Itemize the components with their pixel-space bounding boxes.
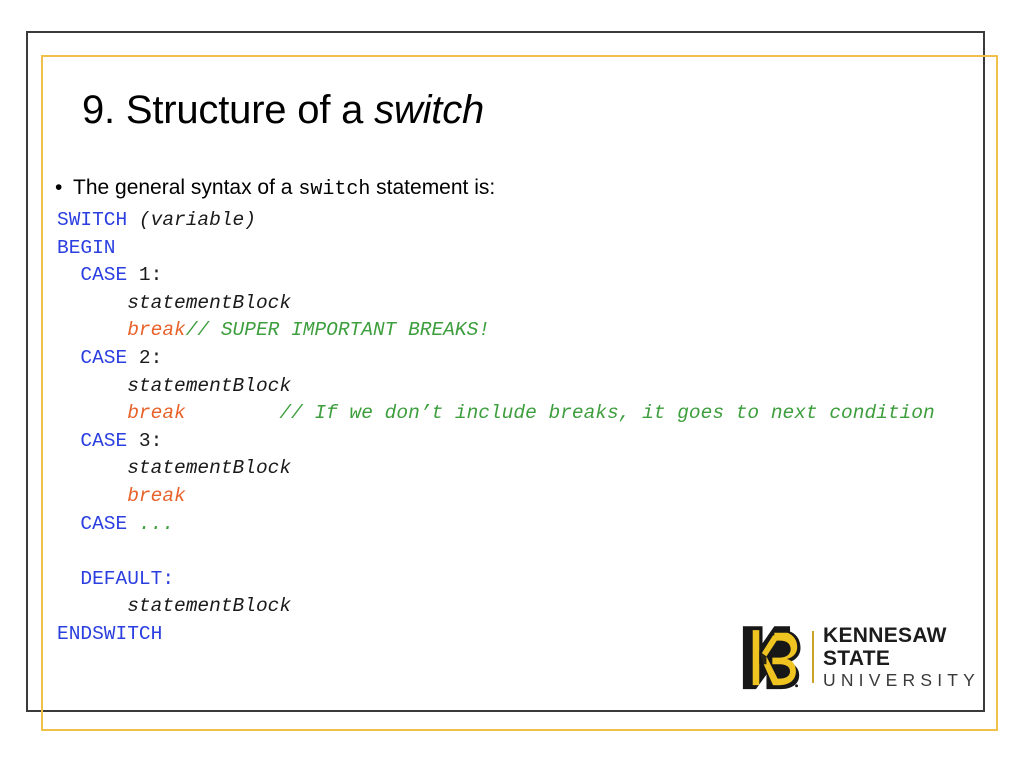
- code-token-cmt: // SUPER IMPORTANT BREAKS!: [185, 319, 490, 342]
- page-title-prefix: 9. Structure of a: [82, 88, 375, 132]
- code-line: CASE 3:: [57, 428, 935, 456]
- bullet-marker-icon: •: [55, 176, 63, 199]
- code-token-kw: CASE: [80, 429, 128, 452]
- bullet-keyword: switch: [298, 178, 371, 201]
- code-token-plain: 1:: [127, 264, 163, 287]
- page-title: 9. Structure of a switch: [82, 86, 484, 134]
- code-line: [57, 538, 935, 566]
- code-token-kw: CASE: [80, 512, 128, 535]
- code-block: SWITCH (variable) BEGIN CASE 1: statement…: [57, 207, 935, 649]
- bullet-text-before: The general syntax of a: [73, 176, 299, 199]
- code-token-kw: CASE: [80, 346, 128, 369]
- code-line: BEGIN: [57, 235, 935, 263]
- page-title-keyword: switch: [374, 88, 485, 132]
- code-token-var: statementBlock: [127, 595, 292, 618]
- code-token-brk: break: [127, 319, 186, 342]
- code-line: break// SUPER IMPORTANT BREAKS!: [57, 317, 935, 345]
- code-line: break: [57, 483, 935, 511]
- code-line: statementBlock: [57, 290, 935, 318]
- ksu-name-line2: UNIVERSITY: [823, 669, 981, 690]
- code-token-var: statementBlock: [127, 457, 292, 480]
- code-line: SWITCH (variable): [57, 207, 935, 235]
- code-line: statementBlock: [57, 455, 935, 483]
- code-token-kw: DEFAULT:: [80, 567, 175, 590]
- code-token-var: statementBlock: [127, 374, 292, 397]
- slide-canvas: 9. Structure of a switch • The general sy…: [0, 0, 1024, 768]
- code-token-kw: SWITCH: [57, 209, 128, 231]
- code-line: statementBlock: [57, 373, 935, 401]
- bullet-text-after: statement is:: [370, 176, 496, 199]
- code-token-kw: ENDSWITCH: [57, 622, 163, 645]
- code-line: CASE 1:: [57, 262, 935, 290]
- code-line: CASE 2:: [57, 345, 935, 373]
- code-token-cmt: // If we don’t include breaks, it goes t…: [185, 402, 935, 425]
- code-token-brk: break: [127, 484, 186, 507]
- code-line: CASE ...: [57, 511, 935, 539]
- ksu-name-line1: KENNESAW STATE: [823, 623, 947, 670]
- bullet-list-item: • The general syntax of a switch statemen…: [55, 174, 495, 204]
- code-token-kw: CASE: [80, 264, 128, 287]
- code-token-kw: BEGIN: [57, 236, 116, 259]
- code-line: statementBlock: [57, 593, 935, 621]
- code-line: DEFAULT:: [57, 566, 935, 594]
- ksu-monogram-icon: [742, 626, 801, 690]
- code-line: break // If we don’t include breaks, it …: [57, 400, 935, 428]
- code-token-plain: 3:: [127, 429, 163, 452]
- code-token-var: (variable): [138, 209, 256, 231]
- code-token-cmt: ...: [138, 512, 175, 535]
- slide-content-area: 9. Structure of a switch • The general sy…: [43, 57, 996, 729]
- code-token-plain: 2:: [127, 346, 163, 369]
- code-token-var: statementBlock: [127, 291, 292, 314]
- ksu-logo: KENNESAW STATE UNIVERSITY: [740, 618, 975, 696]
- code-token-brk: break: [127, 402, 186, 425]
- ksu-wordmark: KENNESAW STATE UNIVERSITY: [823, 624, 980, 691]
- logo-divider: [812, 631, 814, 683]
